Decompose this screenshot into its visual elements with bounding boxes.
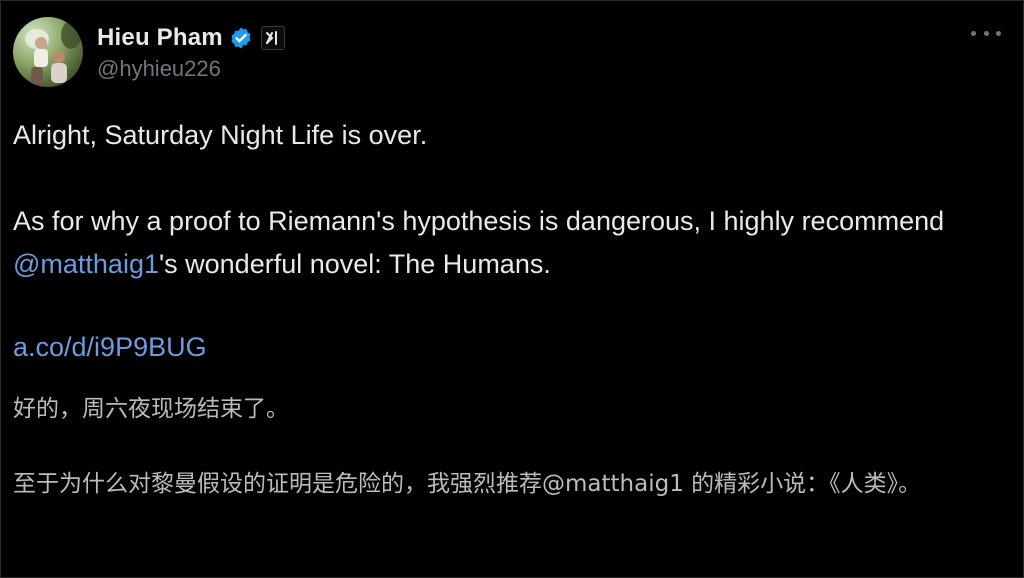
tweet-text: Alright, Saturday Night Life is over. As… [13, 114, 1003, 286]
translation-line-1: 好的，周六夜现场结束了。 [13, 396, 289, 422]
verified-badge-icon[interactable] [229, 26, 253, 50]
author-display-name[interactable]: Hieu Pham [97, 24, 223, 52]
author-names: Hieu Pham @hyhieu226 [97, 22, 285, 82]
avatar-photo-icon [25, 21, 81, 87]
author-handle[interactable]: @hyhieu226 [97, 56, 285, 82]
tweet-paragraph-2: As for why a proof to Riemann's hypothes… [13, 200, 1003, 286]
more-options-icon[interactable] [971, 21, 1001, 45]
translation-line-2: 至于为什么对黎曼假设的证明是危险的，我强烈推荐@matthaig1 的精彩小说：… [13, 471, 922, 497]
mention-link[interactable]: @matthaig1 [13, 249, 159, 279]
tweet-para2-start: As for why a proof to Riemann's hypothes… [13, 206, 945, 236]
tweet-url-link[interactable]: a.co/d/i9P9BUG [13, 327, 207, 367]
tweet-para2-end: 's wonderful novel: The Humans. [158, 249, 551, 279]
dot [996, 30, 1001, 36]
avatar[interactable] [13, 17, 83, 87]
dot [983, 30, 989, 36]
tweet-line-1: Alright, Saturday Night Life is over. [13, 120, 428, 150]
chinese-translation: 好的，周六夜现场结束了。 至于为什么对黎曼假设的证明是危险的，我强烈推荐@mat… [13, 388, 973, 506]
name-row: Hieu Pham [97, 22, 285, 54]
dot [971, 30, 976, 36]
affiliation-badge-icon[interactable] [260, 26, 285, 50]
tweet-header: Hieu Pham @hyhieu226 [13, 15, 285, 89]
tweet-card: Hieu Pham @hyhieu226 Alright, Saturday N… [0, 0, 1024, 578]
